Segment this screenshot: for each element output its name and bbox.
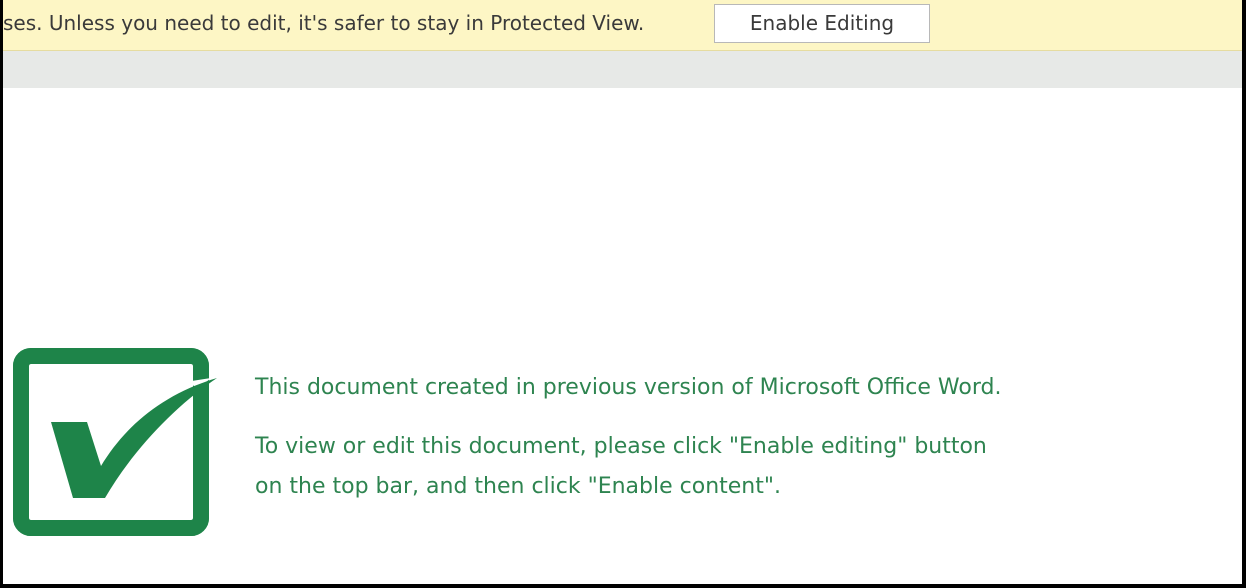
- enable-editing-button[interactable]: Enable Editing: [714, 4, 930, 43]
- green-checkbox-checkmark-icon: [13, 348, 217, 536]
- ribbon-strip: [3, 51, 1242, 88]
- document-message-line-2: To view or edit this document, please cl…: [255, 434, 987, 459]
- document-window: ses. Unless you need to edit, it's safer…: [3, 0, 1242, 584]
- protected-view-message: ses. Unless you need to edit, it's safer…: [3, 11, 645, 35]
- protected-view-bar: ses. Unless you need to edit, it's safer…: [3, 0, 1242, 51]
- document-message-line-1: This document created in previous versio…: [255, 375, 1002, 400]
- document-message-line-3: on the top bar, and then click "Enable c…: [255, 474, 781, 499]
